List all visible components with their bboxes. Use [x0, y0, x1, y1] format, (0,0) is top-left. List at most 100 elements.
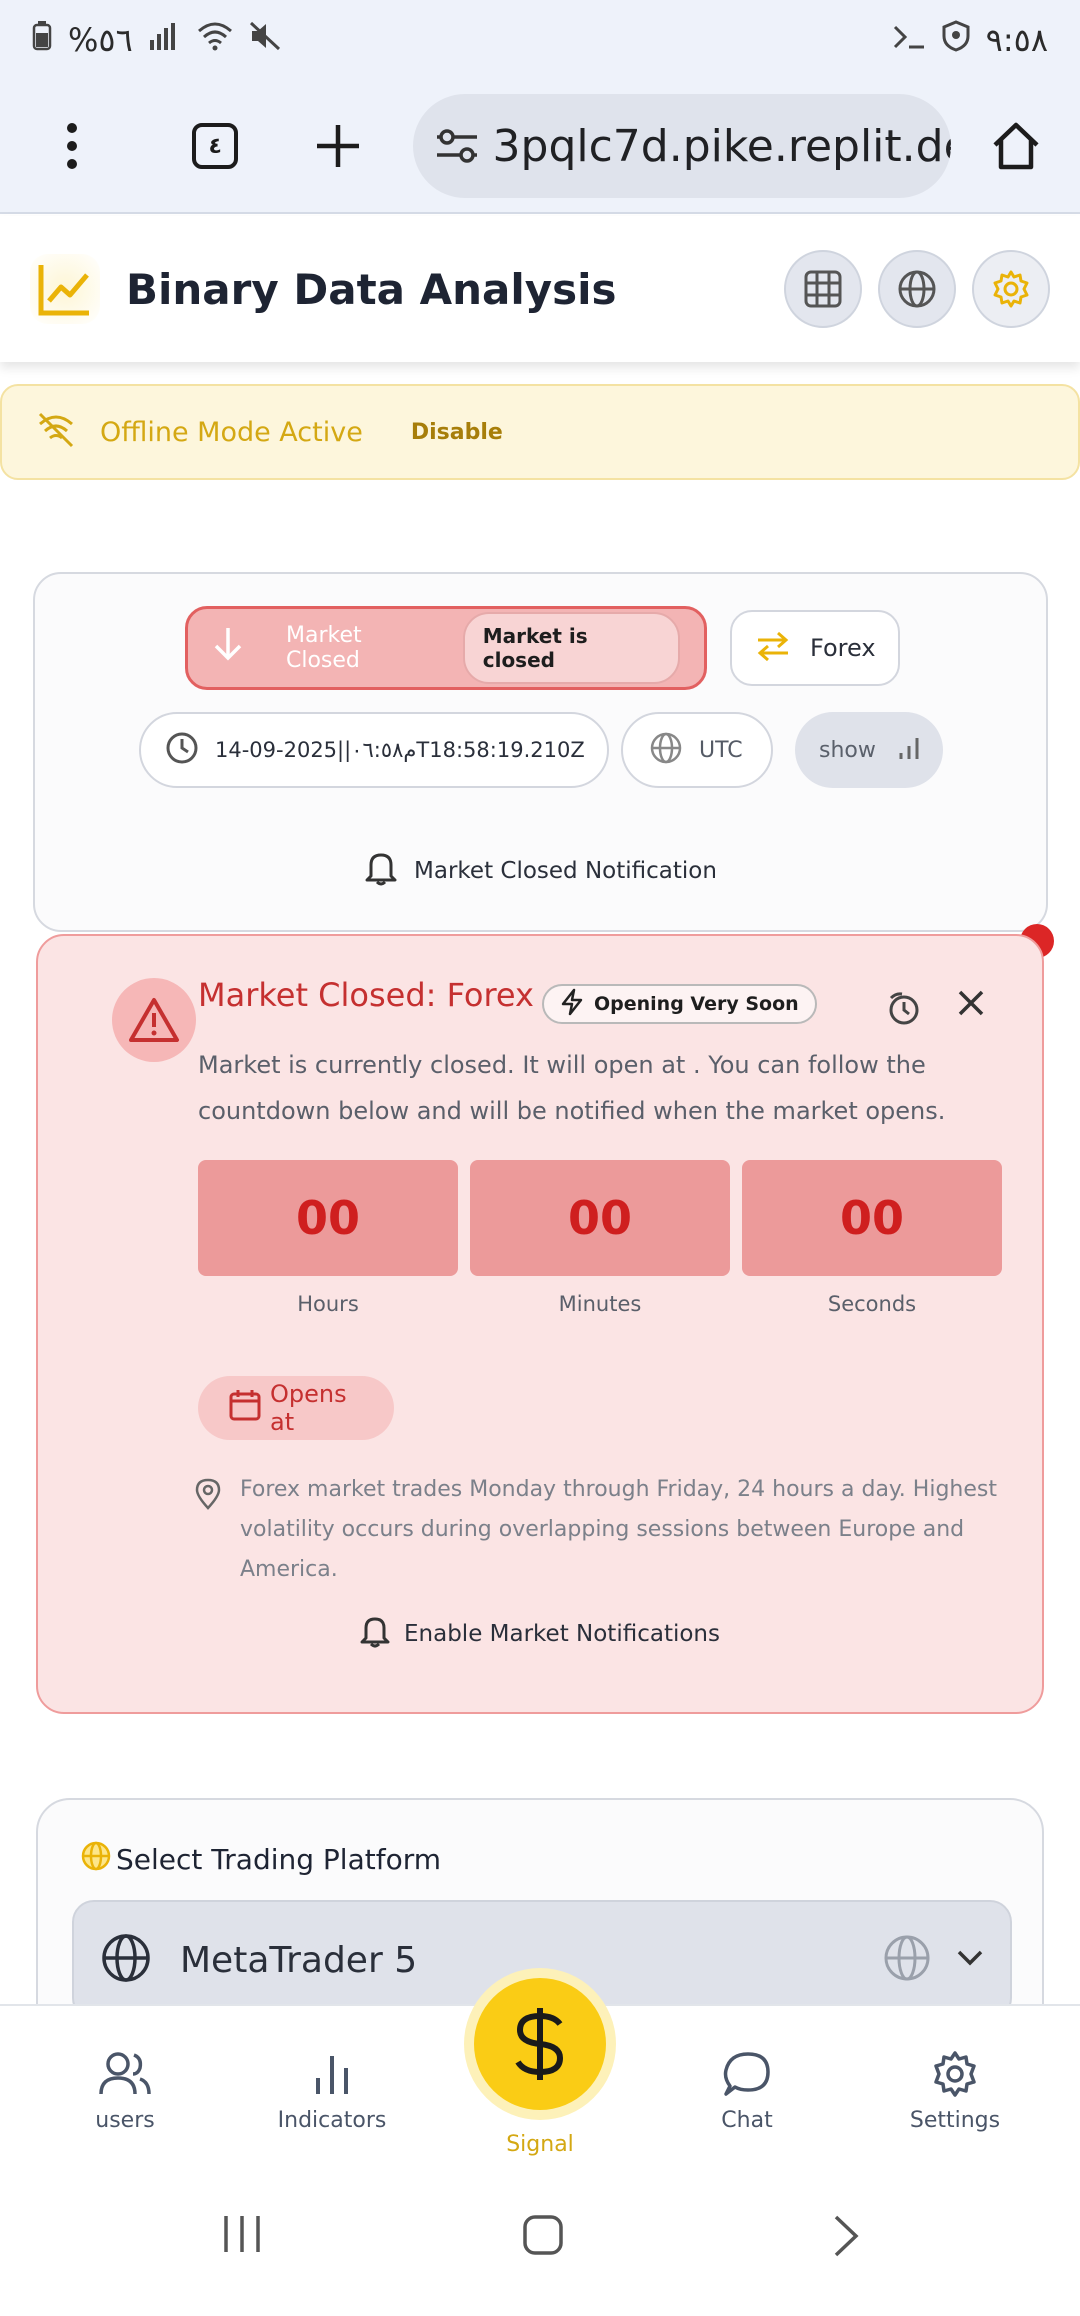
nav-chat[interactable]: Chat [667, 2050, 827, 2133]
mute-icon [249, 21, 281, 59]
language-button[interactable] [878, 250, 956, 328]
warning-icon [112, 978, 196, 1062]
nav-chat-label: Chat [721, 2108, 773, 2133]
new-tab-icon[interactable] [302, 108, 375, 184]
market-info: Forex market trades Monday through Frida… [195, 1470, 998, 1590]
nav-indicators[interactable]: Indicators [252, 2050, 412, 2133]
browser-toolbar: ٤ 3pqlc7d.pike.replit.dev [0, 80, 1080, 214]
app-header: Binary Data Analysis [0, 216, 1080, 362]
platform-title: Select Trading Platform [80, 1840, 441, 1879]
timer-icon[interactable] [886, 990, 922, 1030]
table-view-button[interactable] [784, 250, 862, 328]
market-type-label: Forex [810, 634, 876, 662]
tab-switcher-button[interactable]: ٤ [179, 108, 252, 184]
countdown-seconds-label: Seconds [827, 1292, 917, 1316]
market-closed-notification-label: Market Closed Notification [414, 858, 717, 884]
overflow-menu-icon[interactable] [36, 108, 109, 184]
url-text: 3pqlc7d.pike.replit.dev [492, 120, 952, 172]
address-bar[interactable]: 3pqlc7d.pike.replit.dev [412, 94, 952, 198]
nav-settings-label: Settings [909, 2108, 1001, 2133]
lightning-icon [560, 988, 584, 1021]
timezone-button[interactable]: UTC [621, 712, 773, 788]
chart-line-icon [30, 254, 100, 324]
countdown-hours: 00 [198, 1160, 458, 1276]
signal-bars-icon [898, 735, 920, 765]
show-label: show [819, 737, 876, 763]
status-bar: %٥٦ ٩:٥٨ [0, 0, 1080, 80]
offline-label: Offline Mode Active [100, 416, 363, 448]
calendar-icon [228, 1388, 262, 1428]
platform-selected-value: MetaTrader 5 [180, 1939, 418, 1981]
chat-icon [723, 2052, 770, 2096]
grid-icon [804, 270, 842, 308]
dollar-icon [515, 2008, 564, 2080]
nav-signal-button[interactable] [474, 1978, 606, 2110]
site-settings-icon[interactable] [435, 128, 479, 164]
bar-chart-icon [316, 2056, 348, 2094]
datetime-label: 14-09-2025||م٠٦:٥٨T18:58:19.210Z [215, 738, 585, 762]
nav-users[interactable]: users [45, 2050, 205, 2133]
battery-icon [32, 21, 52, 59]
opening-soon-badge: Opening Very Soon [542, 984, 817, 1024]
opening-soon-label: Opening Very Soon [594, 993, 799, 1015]
settings-icon [934, 2051, 976, 2097]
offline-banner: Offline Mode Active Disable [0, 384, 1080, 480]
bell-icon [364, 850, 398, 892]
market-status-card: Market Closed Market is closed Forex 14-… [33, 572, 1048, 932]
datetime-pill: 14-09-2025||م٠٦:٥٨T18:58:19.210Z [139, 712, 609, 788]
enable-notifications-button[interactable]: Enable Market Notifications [38, 1614, 1042, 1654]
nav-users-label: users [95, 2108, 155, 2133]
app-title: Binary Data Analysis [126, 264, 617, 314]
countdown-minutes-label: Minutes [558, 1292, 642, 1316]
show-chart-button[interactable]: show [795, 712, 943, 788]
countdown-hours-label: Hours [297, 1292, 359, 1316]
back-icon[interactable] [832, 2214, 860, 2268]
alert-title: Market Closed: Forex [198, 976, 534, 1014]
market-status-label: Market Closed [286, 623, 362, 673]
market-info-text: Forex market trades Monday through Frida… [240, 1477, 997, 1582]
wifi-off-icon [36, 412, 76, 452]
arrow-down-icon [212, 626, 244, 671]
disable-offline-button[interactable]: Disable [411, 420, 503, 445]
market-closed-alert: Market Closed: Forex Opening Very Soon M… [36, 934, 1044, 1714]
opens-at-chip: Opens at [198, 1376, 394, 1440]
theme-settings-button[interactable] [972, 250, 1050, 328]
globe-icon [80, 1840, 112, 1879]
recent-apps-icon[interactable] [220, 2214, 264, 2264]
timezone-label: UTC [699, 737, 743, 763]
countdown-seconds: 00 [742, 1160, 1002, 1276]
market-status-badge: Market is closed [462, 612, 680, 684]
wifi-icon [197, 21, 233, 59]
bottom-navigation: users Indicators Signal Chat Settings [0, 1978, 1080, 2180]
shield-icon [942, 20, 970, 60]
globe-icon [649, 731, 683, 769]
market-status-pill[interactable]: Market Closed Market is closed [185, 606, 707, 690]
map-pin-icon [194, 1478, 222, 1514]
opens-at-label: Opens at [270, 1380, 347, 1436]
nav-indicators-label: Indicators [277, 2108, 387, 2133]
close-icon[interactable] [956, 986, 986, 1027]
globe-icon [882, 1933, 932, 1987]
nav-settings[interactable]: Settings [875, 2050, 1035, 2133]
system-navigation [0, 2180, 1080, 2316]
countdown-minutes: 00 [470, 1160, 730, 1276]
home-button-icon[interactable] [522, 2214, 564, 2266]
signal-icon [149, 22, 181, 58]
alert-description: Market is currently closed. It will open… [198, 1051, 946, 1125]
clock-icon [165, 731, 199, 769]
chevron-down-icon [956, 1949, 984, 1971]
gear-icon [993, 270, 1029, 308]
swap-icon [756, 631, 790, 665]
globe-icon [100, 1932, 152, 1988]
home-icon[interactable] [979, 108, 1052, 184]
market-closed-notification[interactable]: Market Closed Notification [35, 850, 1046, 892]
terminal-icon [892, 23, 926, 58]
enable-notifications-label: Enable Market Notifications [404, 1621, 720, 1647]
platform-title-label: Select Trading Platform [116, 1843, 441, 1876]
nav-signal-label: Signal [506, 2132, 574, 2157]
market-type-button[interactable]: Forex [730, 610, 900, 686]
bell-icon [360, 1614, 390, 1654]
users-icon [99, 2052, 151, 2095]
globe-icon [898, 270, 936, 308]
clock: ٩:٥٨ [985, 21, 1048, 59]
